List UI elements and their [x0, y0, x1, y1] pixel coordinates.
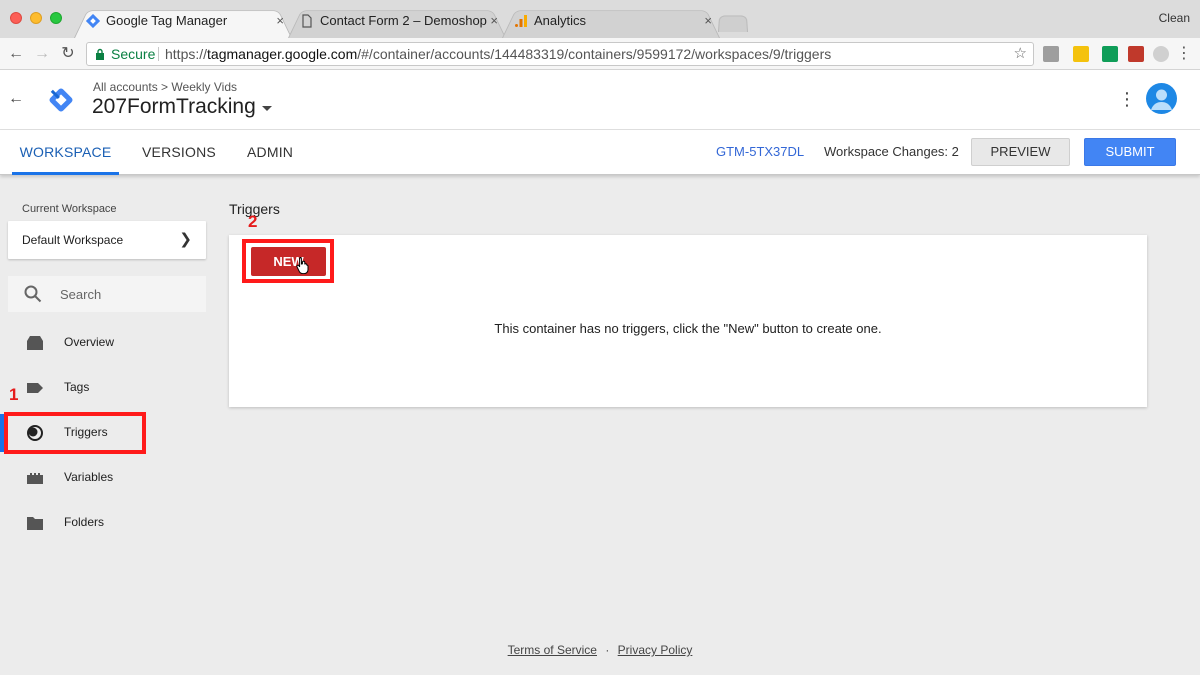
sidebar-item-label: Variables [64, 470, 114, 484]
user-avatar-icon [1151, 89, 1172, 110]
gtm-header: ← All accounts > Weekly Vids 207FormTrac… [0, 70, 1200, 130]
sidebar-item-overview[interactable]: Overview [8, 326, 206, 360]
avatar[interactable] [1146, 83, 1177, 114]
privacy-policy-link[interactable]: Privacy Policy [618, 643, 693, 657]
browser-tab-gtm[interactable]: Google Tag Manager × [74, 6, 292, 38]
browser-toolbar: ← → ↻ Secure https://tagmanager.google.c… [0, 38, 1200, 70]
breadcrumb-account[interactable]: All accounts [93, 80, 158, 94]
container-id[interactable]: GTM-5TX37DL [716, 144, 804, 159]
breadcrumb-separator: > [161, 80, 169, 94]
tag-icon [27, 383, 43, 393]
search-input[interactable]: Search [8, 276, 206, 312]
close-window-button[interactable] [10, 12, 22, 24]
sidebar-item-label: Tags [64, 380, 90, 394]
terms-of-service-link[interactable]: Terms of Service [508, 643, 597, 657]
container-dropdown-icon[interactable] [262, 106, 272, 111]
search-placeholder: Search [60, 287, 102, 302]
workspace-name: Default Workspace [22, 233, 124, 247]
gtm-tab-bar: WORKSPACE VERSIONS ADMIN GTM-5TX37DL Wor… [0, 130, 1200, 175]
lock-icon [96, 48, 104, 60]
tab-title: Google Tag Manager [106, 13, 228, 28]
profile-name[interactable]: Clean [1159, 11, 1190, 25]
more-options-icon[interactable]: ⋮ [1118, 90, 1136, 108]
url-text[interactable]: https://tagmanager.google.com/#/containe… [165, 43, 831, 65]
current-workspace-label: Current Workspace [22, 203, 117, 215]
sidebar-item-tags[interactable]: Tags [8, 371, 206, 405]
extension-on-icon[interactable] [1102, 46, 1118, 62]
maximize-window-button[interactable] [50, 12, 62, 24]
breadcrumb-container[interactable]: Weekly Vids [171, 80, 237, 94]
extension-tag-icon[interactable] [1073, 46, 1089, 62]
footer: Terms of Service · Privacy Policy [0, 643, 1200, 657]
breadcrumb: All accounts > Weekly Vids [93, 80, 237, 94]
bookmark-star-icon[interactable]: ☆ [1014, 43, 1027, 65]
overview-icon [27, 336, 43, 350]
search-icon [24, 285, 42, 303]
address-bar[interactable]: Secure https://tagmanager.google.com/#/c… [86, 42, 1034, 66]
annotation-box-new [242, 239, 334, 283]
tab-title: Analytics [534, 13, 587, 28]
secure-label: Secure [111, 46, 156, 62]
workspace-changes: Workspace Changes: 2 [824, 144, 959, 159]
sidebar-item-variables[interactable]: Variables [8, 461, 206, 495]
annotation-step-2: 2 [248, 212, 258, 231]
workspace-selector[interactable]: Default Workspace ❯ [8, 221, 206, 259]
analytics-icon [515, 15, 527, 27]
tab-workspace[interactable]: WORKSPACE [12, 130, 119, 175]
document-icon [302, 14, 312, 28]
gtm-favicon-icon [86, 14, 100, 28]
extension-flag-icon[interactable] [1128, 46, 1144, 62]
browser-tab-analytics[interactable]: Analytics × [502, 6, 720, 38]
close-tab-icon[interactable]: × [704, 6, 712, 36]
forward-icon[interactable]: → [32, 44, 52, 64]
sidebar-item-folders[interactable]: Folders [8, 506, 206, 540]
close-tab-icon[interactable]: × [490, 6, 498, 36]
gtm-logo-icon[interactable] [46, 85, 76, 115]
annotation-step-1: 1 [9, 385, 19, 404]
back-arrow-icon[interactable]: ← [8, 90, 24, 108]
back-icon[interactable]: ← [6, 44, 26, 64]
close-tab-icon[interactable]: × [276, 6, 284, 36]
folder-icon [27, 517, 43, 530]
minimize-window-button[interactable] [30, 12, 42, 24]
chevron-right-icon: ❯ [179, 231, 192, 248]
extension-ghost-icon[interactable] [1153, 46, 1169, 62]
reload-icon[interactable]: ↻ [58, 44, 78, 64]
tab-versions[interactable]: VERSIONS [142, 130, 216, 175]
new-tab-button[interactable] [718, 14, 748, 32]
preview-button[interactable]: PREVIEW [971, 138, 1070, 166]
browser-tab-demoshop[interactable]: Contact Form 2 – Demoshop × [288, 6, 506, 38]
footer-separator: · [605, 643, 610, 657]
sidebar-item-label: Overview [64, 335, 115, 349]
extension-code-icon[interactable] [1043, 46, 1059, 62]
variables-icon [27, 473, 43, 484]
browser-tab-bar: Google Tag Manager × Contact Form 2 – De… [0, 0, 1200, 38]
empty-state-message: This container has no triggers, click th… [494, 321, 882, 336]
browser-menu-icon[interactable]: ⋮ [1174, 44, 1194, 64]
annotation-box-triggers [4, 412, 146, 454]
container-name[interactable]: 207FormTracking [92, 95, 256, 119]
tab-admin[interactable]: ADMIN [247, 130, 293, 175]
tab-title: Contact Form 2 – Demoshop [320, 13, 487, 28]
submit-button[interactable]: SUBMIT [1084, 138, 1176, 166]
sidebar-item-label: Folders [64, 515, 105, 529]
